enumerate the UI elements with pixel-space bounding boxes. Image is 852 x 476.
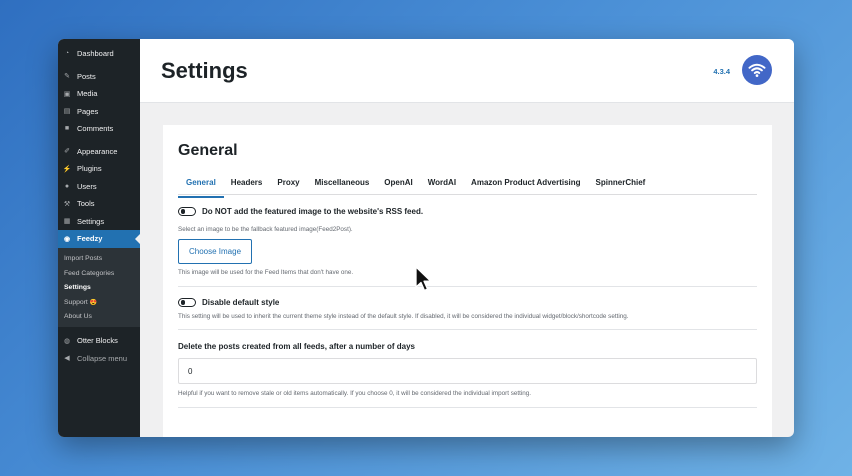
disable-style-help: This setting will be used to inherit the… [178,313,629,320]
fallback-image-help: Select an image to be the fallback featu… [178,226,353,233]
user-icon: ● [64,182,70,190]
sidebar-item-media[interactable]: ▣ Media [58,85,140,103]
tab-miscellaneous[interactable]: Miscellaneous [315,178,370,194]
tab-spinnerchief[interactable]: SpinnerChief [596,178,646,194]
tab-proxy[interactable]: Proxy [277,178,299,194]
dashboard-icon: ◔ [64,50,70,58]
divider [178,329,757,330]
featured-image-row: Do NOT add the featured image to the web… [178,207,757,216]
settings-header: Settings 4.3.4 [140,39,794,103]
tab-general[interactable]: General [178,178,224,198]
pin-icon: ✎ [64,73,70,81]
main-content: Settings 4.3.4 General General Headers P… [140,39,794,437]
sidebar-item-tools[interactable]: ⚒ Tools [58,195,140,213]
comment-icon: ■ [64,125,70,133]
sidebar-item-feedzy[interactable]: ◉ Feedzy [58,230,140,248]
general-settings-card: General General Headers Proxy Miscellane… [163,125,772,437]
sidebar-item-settings[interactable]: ▦ Settings [58,213,140,231]
heart-eyes-emoji-icon: 😍 [89,299,98,306]
settings-tabs: General Headers Proxy Miscellaneous Open… [178,178,757,198]
submenu-support[interactable]: Support 😍 [58,295,140,310]
featured-image-toggle[interactable] [178,207,196,216]
sidebar-item-dashboard[interactable]: ◔ Dashboard [58,45,140,63]
submenu-about-us[interactable]: About Us [58,310,140,325]
wrench-icon: ⚒ [63,200,71,208]
admin-sidebar: ◔ Dashboard ✎ Posts ▣ Media ▤ Pages ■ Comment… [58,39,140,437]
sidebar-item-plugins[interactable]: ⚡ Plugins [58,160,140,178]
tab-openai[interactable]: OpenAI [384,178,412,194]
sidebar-item-posts[interactable]: ✎ Posts [58,68,140,86]
otter-icon: ◍ [63,337,71,345]
page-icon: ▤ [63,108,71,116]
collapse-icon: ◀ [64,355,70,363]
disable-style-toggle[interactable] [178,298,196,307]
feedzy-logo [742,55,772,85]
brush-icon: ✐ [64,148,70,156]
settings-icon: ▦ [63,218,71,226]
tab-headers[interactable]: Headers [231,178,263,194]
divider [178,286,757,287]
choose-image-button[interactable]: Choose Image [178,239,253,264]
feedzy-icon: ◉ [63,235,71,243]
sidebar-item-otter-blocks[interactable]: ◍ Otter Blocks [58,332,140,350]
submenu-settings[interactable]: Settings [58,281,140,296]
sidebar-item-users[interactable]: ● Users [58,178,140,196]
mouse-pointer-icon [415,266,432,292]
delete-posts-help: Helpful if you want to remove stale or o… [178,390,532,397]
delete-days-input[interactable]: 0 [178,358,757,384]
browser-window: ◔ Dashboard ✎ Posts ▣ Media ▤ Pages ■ Comment… [58,39,794,437]
sidebar-item-appearance[interactable]: ✐ Appearance [58,143,140,161]
sidebar-item-comments[interactable]: ■ Comments [58,120,140,138]
feedzy-submenu: Import Posts Feed Categories Settings Su… [58,247,140,327]
sidebar-collapse-menu[interactable]: ◀ Collapse menu [58,350,140,368]
plugin-icon: ⚡ [62,165,72,173]
featured-image-label: Do NOT add the featured image to the web… [202,207,424,216]
submenu-import-posts[interactable]: Import Posts [58,252,140,267]
disable-style-label: Disable default style [202,298,280,307]
tab-wordai[interactable]: WordAI [428,178,456,194]
sidebar-item-pages[interactable]: ▤ Pages [58,103,140,121]
disable-style-row: Disable default style [178,298,757,307]
section-title: General [178,142,238,159]
delete-posts-label: Delete the posts created from all feeds,… [178,342,415,351]
wifi-icon [748,63,766,77]
submenu-feed-categories[interactable]: Feed Categories [58,266,140,281]
media-icon: ▣ [63,90,71,98]
choose-image-help: This image will be used for the Feed Ite… [178,269,354,276]
divider [178,407,757,408]
tab-amazon-product-advertising[interactable]: Amazon Product Advertising [471,178,581,194]
page-title: Settings [161,57,248,83]
version-badge: 4.3.4 [713,67,730,76]
